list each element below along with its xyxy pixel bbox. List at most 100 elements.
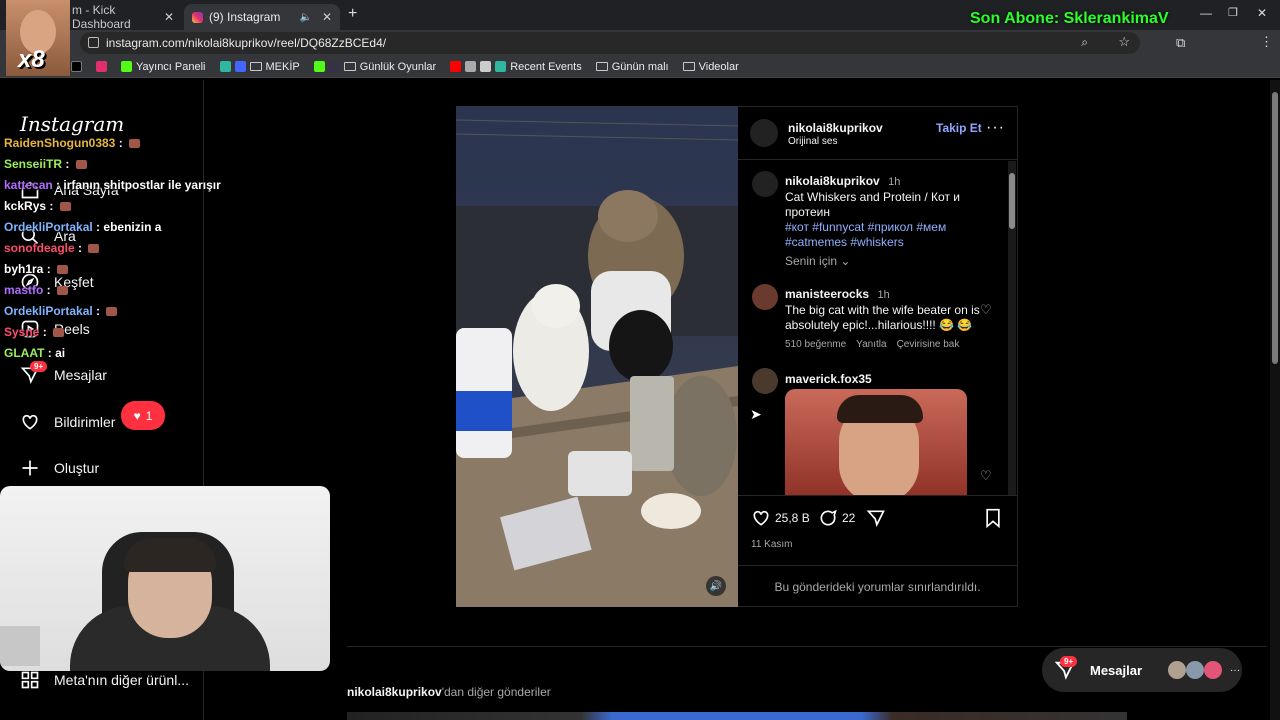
- comment-like-icon[interactable]: ♡: [980, 302, 992, 318]
- bookmark-mekip[interactable]: MEKİP: [215, 61, 305, 73]
- caption-hashtags[interactable]: #кот #funnycat #прикол #мем #catmemes #w…: [785, 220, 1005, 250]
- comment-image[interactable]: [785, 389, 967, 495]
- chat-message: mastfo :: [4, 283, 69, 297]
- chat-message: kattecan : irfanın shitpostlar ile yarış…: [4, 178, 221, 192]
- audio-label[interactable]: Orijinal ses: [788, 136, 837, 147]
- comment-text: The big cat with the wife beater on is a…: [785, 303, 980, 332]
- chat-message: byh1ra :: [4, 262, 69, 276]
- bookmark-yayinci-paneli[interactable]: Yayıncı Paneli: [116, 61, 211, 73]
- comment-likes[interactable]: 510 beğenme: [785, 339, 846, 350]
- share-icon[interactable]: [866, 508, 886, 528]
- video-frame: [456, 106, 738, 607]
- follow-button[interactable]: Takip Et: [936, 121, 982, 135]
- minimize-button[interactable]: —: [1200, 6, 1212, 20]
- address-bar[interactable]: instagram.com/nikolai8kuprikov/reel/DQ68…: [80, 32, 1140, 54]
- post-author[interactable]: nikolai8kuprikov: [788, 121, 883, 135]
- messages-badge: 9+: [30, 361, 48, 372]
- sidebar-item-create[interactable]: Oluştur: [20, 458, 99, 478]
- avatar[interactable]: [752, 368, 778, 394]
- translate-button[interactable]: Çevirisine bak: [897, 339, 960, 350]
- chat-username: byh1ra: [4, 262, 44, 276]
- comment-button[interactable]: 22: [818, 508, 855, 528]
- tab-instagram[interactable]: (9) Instagram 🔈 ✕: [184, 4, 340, 30]
- chat-username: kattecan: [4, 178, 53, 192]
- post-actions: 25,8 B 22 11 Kasım: [738, 495, 1017, 565]
- chat-text: ebenizin a: [103, 220, 162, 234]
- notification-popup[interactable]: ♥ 1: [121, 401, 165, 430]
- more-options-icon[interactable]: ···: [986, 119, 1005, 137]
- comment-like-icon[interactable]: ♡: [980, 468, 992, 484]
- speaker-icon: 🔊: [709, 580, 723, 592]
- section-divider: [347, 646, 1267, 647]
- mute-toggle[interactable]: 🔊: [706, 576, 726, 596]
- bookmark-instagram[interactable]: [91, 61, 112, 72]
- chat-username: SenseiiTR: [4, 157, 63, 171]
- chat-message: Sysne :: [4, 325, 65, 339]
- like-button[interactable]: 25,8 B: [751, 508, 810, 528]
- emote-icon: [88, 244, 100, 254]
- menu-icon[interactable]: ⋮: [1260, 34, 1273, 50]
- chat-text: ai: [55, 346, 66, 360]
- more-posts-author[interactable]: nikolai8kuprikov: [347, 685, 442, 699]
- comment-author[interactable]: manisteerocks: [785, 287, 869, 301]
- heart-icon: [753, 510, 769, 526]
- messages-pill[interactable]: 9+ Mesajlar ···: [1042, 648, 1242, 692]
- post-details-panel: nikolai8kuprikov Orijinal ses Takip Et ·…: [738, 106, 1018, 607]
- bookmark-videolar[interactable]: Videolar: [678, 61, 744, 73]
- comment-author[interactable]: maverick.fox35: [785, 372, 872, 386]
- extensions-icon[interactable]: ⧉: [1176, 35, 1185, 51]
- notification-count: 1: [145, 408, 153, 423]
- chat-username: sonofdeagle: [4, 241, 75, 255]
- avatar[interactable]: [750, 119, 778, 147]
- avatar: [1204, 661, 1223, 679]
- chat-message: OrdekliPortakal : ebenizin a: [4, 220, 162, 234]
- for-you-dropdown[interactable]: Senin için ⌄: [785, 254, 850, 268]
- chat-username: GLAAT: [4, 346, 45, 360]
- caption-text: Cat Whiskers and Protein / Кот и протеин: [785, 190, 960, 219]
- close-icon[interactable]: ✕: [164, 10, 174, 24]
- site-info-icon[interactable]: [88, 37, 99, 48]
- bookmark-recent-events[interactable]: Recent Events: [445, 61, 587, 73]
- avatar[interactable]: [752, 171, 778, 197]
- emote-icon: [75, 160, 87, 170]
- comments-restricted: Bu gönderideki yorumlar sınırlandırıldı.: [738, 565, 1017, 608]
- chevron-down-icon: ⌄: [840, 254, 851, 268]
- emote-icon: [53, 328, 65, 338]
- new-tab-button[interactable]: +: [348, 5, 357, 23]
- webcam-top-overlay: x8: [6, 0, 70, 76]
- comment-time: 1h: [877, 289, 890, 301]
- caption-author[interactable]: nikolai8kuprikov: [785, 174, 880, 188]
- chat-message: SenseiiTR :: [4, 157, 87, 171]
- zoom-icon[interactable]: ⌕: [1081, 35, 1088, 50]
- avatar[interactable]: [752, 284, 778, 310]
- reel-video[interactable]: 🔊: [456, 106, 738, 607]
- bookmark-gunun-mali[interactable]: Günün malı: [591, 61, 674, 73]
- chat-text: irfanın shitpostlar ile yarışır: [63, 178, 221, 192]
- close-window-button[interactable]: ✕: [1257, 6, 1267, 20]
- star-icon[interactable]: ☆: [1118, 34, 1130, 50]
- tab-kick-dashboard[interactable]: m - Kick Dashboard ✕: [60, 3, 182, 31]
- restore-button[interactable]: ❐: [1228, 6, 1238, 19]
- emote-icon: [59, 202, 71, 212]
- reply-button[interactable]: Yanıtla: [856, 339, 886, 350]
- scrollbar[interactable]: [1008, 161, 1016, 495]
- instagram-logo[interactable]: Instagram: [20, 112, 124, 136]
- chat-message: sonofdeagle :: [4, 241, 100, 255]
- avatar: [1186, 661, 1205, 679]
- like-count: 25,8 B: [775, 511, 810, 525]
- more-posts-strip: [347, 712, 1127, 720]
- emote-icon: [106, 307, 118, 317]
- plus-icon: [22, 460, 38, 476]
- comments-area[interactable]: nikolai8kuprikov 1h Cat Whiskers and Pro…: [738, 161, 1017, 495]
- close-icon[interactable]: ✕: [322, 10, 332, 24]
- bookmark-gunluk-oyunlar[interactable]: Günlük Oyunlar: [309, 61, 441, 73]
- subscriber-banner: Son Abone: SklerankimaV: [970, 10, 1169, 27]
- bookmarks-bar: Yayıncı Paneli MEKİP Günlük Oyunlar Rece…: [0, 56, 1280, 78]
- chat-username: Sysne: [4, 325, 40, 339]
- sidebar-item-meta[interactable]: Meta'nın diğer ürünl...: [20, 670, 189, 690]
- sidebar-item-notifications[interactable]: Bildirimler: [20, 412, 115, 432]
- page-scrollbar[interactable]: [1270, 80, 1280, 720]
- emote-icon: [57, 265, 69, 275]
- bookmark-icon[interactable]: [984, 508, 1002, 528]
- speaker-icon[interactable]: 🔈: [299, 12, 311, 23]
